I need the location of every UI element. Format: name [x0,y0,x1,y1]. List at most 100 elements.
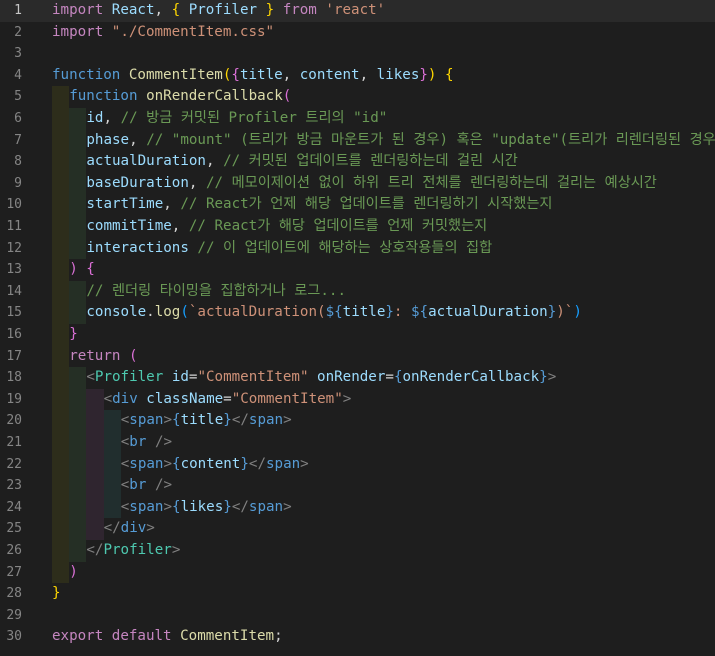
indent-guide [103,453,121,476]
indent-guide [69,410,87,432]
code-token: title [342,304,386,321]
line-number: 4 [14,67,22,83]
code-line[interactable]: 3 [0,43,715,65]
code-line[interactable]: 15 console.log(`actualDuration(${title}: … [0,302,715,324]
code-token: ( [282,88,292,105]
indent-guide [52,324,70,346]
line-code: commitTime, // React가 해당 업데이트를 언제 커밋했는지 [52,216,487,238]
code-token: { [172,412,181,429]
code-line[interactable]: 5 function onRenderCallback( [0,86,715,108]
line-number: 29 [6,607,22,623]
indent-guide [52,302,70,324]
code-token: return [69,347,121,364]
code-token: , [359,66,377,83]
code-line[interactable]: 24 <span>{likes}</span> [0,496,715,519]
code-token: > [163,455,173,472]
code-token: "./CommentItem.css" [111,23,275,40]
code-line[interactable]: 4 function CommentItem({title, content, l… [0,65,715,87]
code-token: // 커밋된 업데이트를 렌더링하는데 걸린 시간 [223,153,518,170]
code-line[interactable]: 2 import "./CommentItem.css" [0,22,715,44]
code-token: `actualDuration( [188,304,326,321]
indent-guide [52,151,70,173]
line-code: <span>{title}</span> [52,410,292,432]
code-token: span [266,455,301,472]
code-token: > [163,498,173,515]
line-code: <span>{likes}</span> [52,496,292,519]
code-token: // 방금 커밋된 Profiler 트리의 "id" [120,110,388,126]
indent-guide [52,86,70,108]
indent-guide [103,432,121,454]
line-code: id, // 방금 커밋된 Profiler 트리의 "id" [52,108,387,130]
code-token: ( [180,304,189,321]
code-line[interactable]: 21 <br /> [0,432,715,454]
code-token: </ [248,455,266,472]
line-number: 5 [14,89,22,105]
indent-guide [69,108,87,130]
code-line[interactable]: 1 import React, { Profiler } from 'react' [0,0,715,22]
code-line[interactable]: 18 <Profiler id="CommentItem" onRender={o… [0,367,715,389]
code-token: actualDuration [86,153,206,170]
code-token: } [547,304,557,321]
code-token: { [171,2,181,18]
code-line[interactable]: 7 phase, // "mount" (트리가 방금 마운트가 된 경우) 혹은… [0,129,715,152]
code-token: </ [231,498,249,515]
code-line[interactable]: 10 startTime, // React가 언제 해당 업데이트를 렌더링하기… [0,194,715,216]
code-line[interactable]: 20 <span>{title}</span> [0,410,715,432]
code-token: baseDuration [86,174,189,191]
code-line[interactable]: 17 return ( [0,345,715,368]
code-line[interactable]: 11 commitTime, // React가 해당 업데이트를 언제 커밋했는… [0,216,715,238]
code-line[interactable]: 14 // 렌더링 타이밍을 집합하거나 로그... [0,280,715,303]
line-number: 27 [6,564,22,580]
code-line[interactable]: 30 export default CommentItem; [0,626,715,648]
code-line[interactable]: 25 </div> [0,518,715,540]
code-token: = [385,369,394,386]
code-line[interactable]: 16} [0,324,715,346]
indent-guide [103,410,121,432]
code-line[interactable]: 28} [0,583,715,605]
code-token: actualDuration [428,304,548,321]
line-number: 28 [6,586,22,602]
code-line[interactable]: 9 baseDuration, // 메모이제이션 없이 하위 트리 전체를 렌더… [0,172,715,195]
code-line[interactable]: 26 </Profiler> [0,540,715,562]
code-line[interactable]: 19 <div className="CommentItem"> [0,388,715,411]
code-token: < [120,412,130,429]
code-token: < [120,498,130,515]
line-code: actualDuration, // 커밋된 업데이트를 렌더링하는데 걸린 시… [52,151,518,173]
code-line[interactable]: 13) { [0,259,715,281]
line-number: 9 [14,175,22,191]
code-token: : [393,304,412,321]
code-line[interactable]: 6 id, // 방금 커밋된 Profiler 트리의 "id" [0,108,715,130]
line-code: startTime, // React가 언제 해당 업데이트를 렌더링하기 시… [52,194,552,216]
code-token: , [129,131,147,148]
code-line[interactable]: 27) [0,561,715,584]
code-line[interactable]: 12 interactions // 이 업데이트에 해당하는 상호작용들의 집합 [0,237,715,260]
code-token: { [231,66,240,83]
code-line[interactable]: 8 actualDuration, // 커밋된 업데이트를 렌더링하는데 걸린 … [0,151,715,173]
line-number: 20 [6,413,22,429]
code-token: /> [154,434,173,450]
code-token: from [282,2,317,18]
code-token: span [129,412,164,429]
code-line[interactable]: 22 <span>{content}</span> [0,453,715,476]
line-number: 12 [6,240,22,256]
indent-guide [52,345,70,368]
code-token: "CommentItem" [197,369,309,386]
indent-guide [69,518,87,540]
indent-guide [69,237,87,260]
code-line[interactable]: 23 <br /> [0,475,715,497]
code-token: span [248,498,284,515]
code-token: span [248,412,284,429]
code-line[interactable]: 29 [0,605,715,627]
code-editor[interactable]: 1 import React, { Profiler } from 'react'… [0,0,715,656]
line-number: 18 [6,370,22,386]
line-number: 22 [6,456,22,472]
indent-guide [86,388,104,411]
indent-guide [52,496,70,519]
